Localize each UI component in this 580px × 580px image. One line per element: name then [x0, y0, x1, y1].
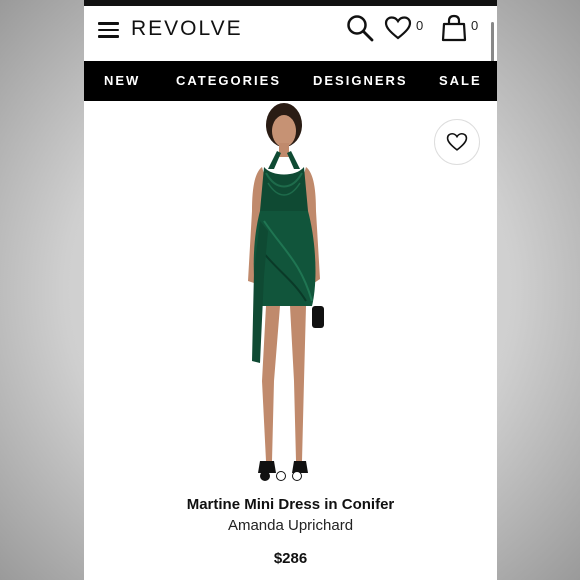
category-nav: NEW CATEGORIES DESIGNERS SALE [84, 61, 497, 101]
product-image-area [84, 101, 497, 491]
shopping-bag-icon[interactable] [441, 14, 467, 47]
product-price: $286 [273, 550, 308, 567]
product-image[interactable] [214, 101, 354, 481]
nav-item-new[interactable]: NEW [104, 74, 140, 88]
header: REVOLVE 0 0 [84, 6, 497, 61]
nav-item-sale[interactable]: SALE [439, 74, 482, 88]
add-to-wishlist-button[interactable] [434, 119, 480, 165]
nav-item-categories[interactable]: CATEGORIES [176, 74, 281, 88]
heart-icon [446, 132, 468, 151]
carousel-dot[interactable] [260, 471, 270, 481]
wishlist-heart-icon[interactable] [384, 16, 412, 45]
product-name[interactable]: Martine Mini Dress in Conifer [84, 495, 497, 515]
search-icon[interactable] [346, 14, 374, 47]
product-info: Martine Mini Dress in Conifer Amanda Upr… [84, 495, 497, 569]
bag-count: 0 [471, 18, 479, 33]
wishlist-count: 0 [416, 18, 424, 33]
revolve-logo[interactable]: REVOLVE [131, 16, 243, 42]
phone-screen: REVOLVE 0 0 NEW CATEGORIES DESIGNERS SAL… [84, 0, 497, 580]
carousel-dot[interactable] [276, 471, 286, 481]
carousel-dot[interactable] [292, 471, 302, 481]
image-carousel-dots [260, 471, 302, 481]
nav-item-designers[interactable]: DESIGNERS [313, 74, 408, 88]
product-brand[interactable]: Amanda Uprichard [84, 516, 497, 536]
menu-icon[interactable] [98, 22, 119, 38]
